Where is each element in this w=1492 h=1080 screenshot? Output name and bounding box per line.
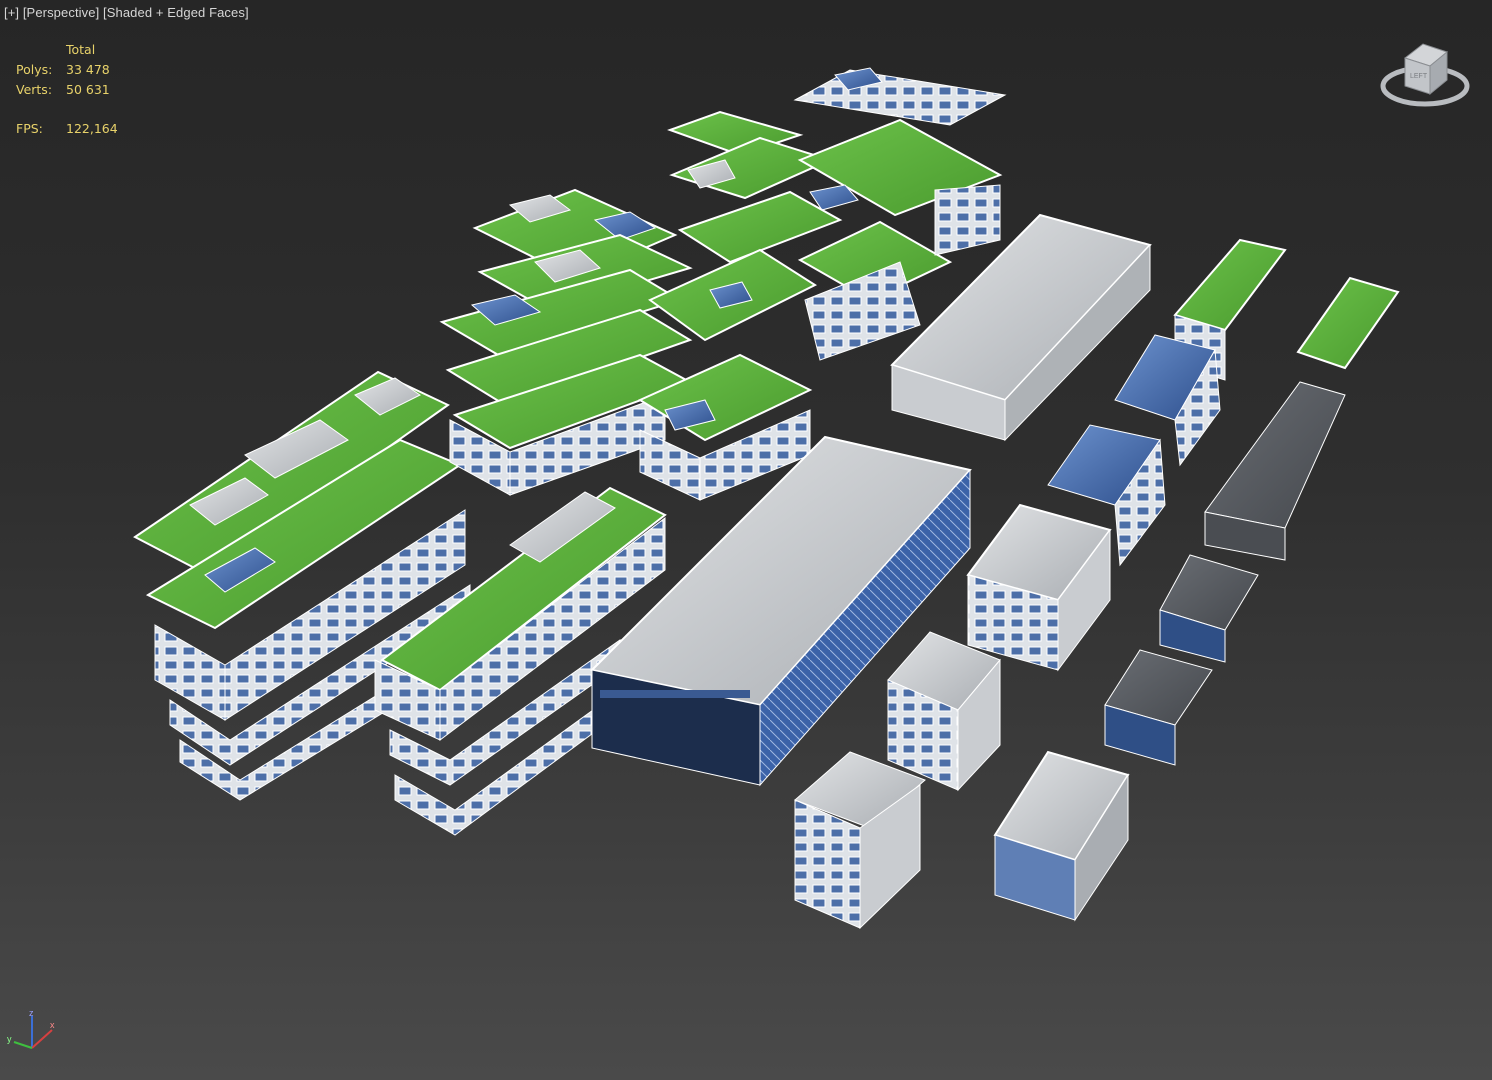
building-upper-right (890, 213, 1152, 442)
verts-label: Verts: (16, 82, 53, 97)
roof-slab (1204, 381, 1346, 529)
roof-slab (1296, 276, 1400, 370)
viewport-menu-button[interactable]: [+] (4, 5, 19, 20)
y-axis (13, 1041, 33, 1049)
building-facade (804, 261, 921, 361)
stats-header: Total (66, 42, 96, 57)
building-facade (639, 429, 701, 501)
building-facade (154, 624, 226, 721)
polys-value: 33 478 (66, 62, 110, 77)
fps-value: 122,164 (66, 121, 118, 136)
x-axis-label: x (50, 1020, 55, 1030)
facade-band (600, 690, 750, 698)
roof-slab (1173, 238, 1287, 332)
shading-mode-button[interactable]: [Shaded + Edged Faces] (103, 5, 249, 20)
viewcube-icon[interactable]: LEFT (1375, 36, 1475, 116)
z-axis-label: z (29, 1008, 34, 1018)
view-type-button[interactable]: [Perspective] (23, 5, 99, 20)
axis-tripod-icon: z x y (7, 1008, 55, 1049)
polys-label: Polys: (16, 62, 53, 77)
building-complex-left (133, 370, 471, 801)
viewport-label: [+] [Perspective] [Shaded + Edged Faces] (4, 5, 249, 20)
fps-label: FPS: (16, 121, 43, 136)
verts-value: 50 631 (66, 82, 110, 97)
building-facade (934, 184, 1001, 256)
building-complex-top (637, 67, 1007, 501)
roof-slab (793, 69, 1007, 126)
viewcube-face-label: LEFT (1410, 73, 1428, 80)
scene-viewport[interactable] (0, 0, 1492, 1080)
x-axis (31, 1029, 53, 1049)
y-axis-label: y (7, 1034, 12, 1044)
